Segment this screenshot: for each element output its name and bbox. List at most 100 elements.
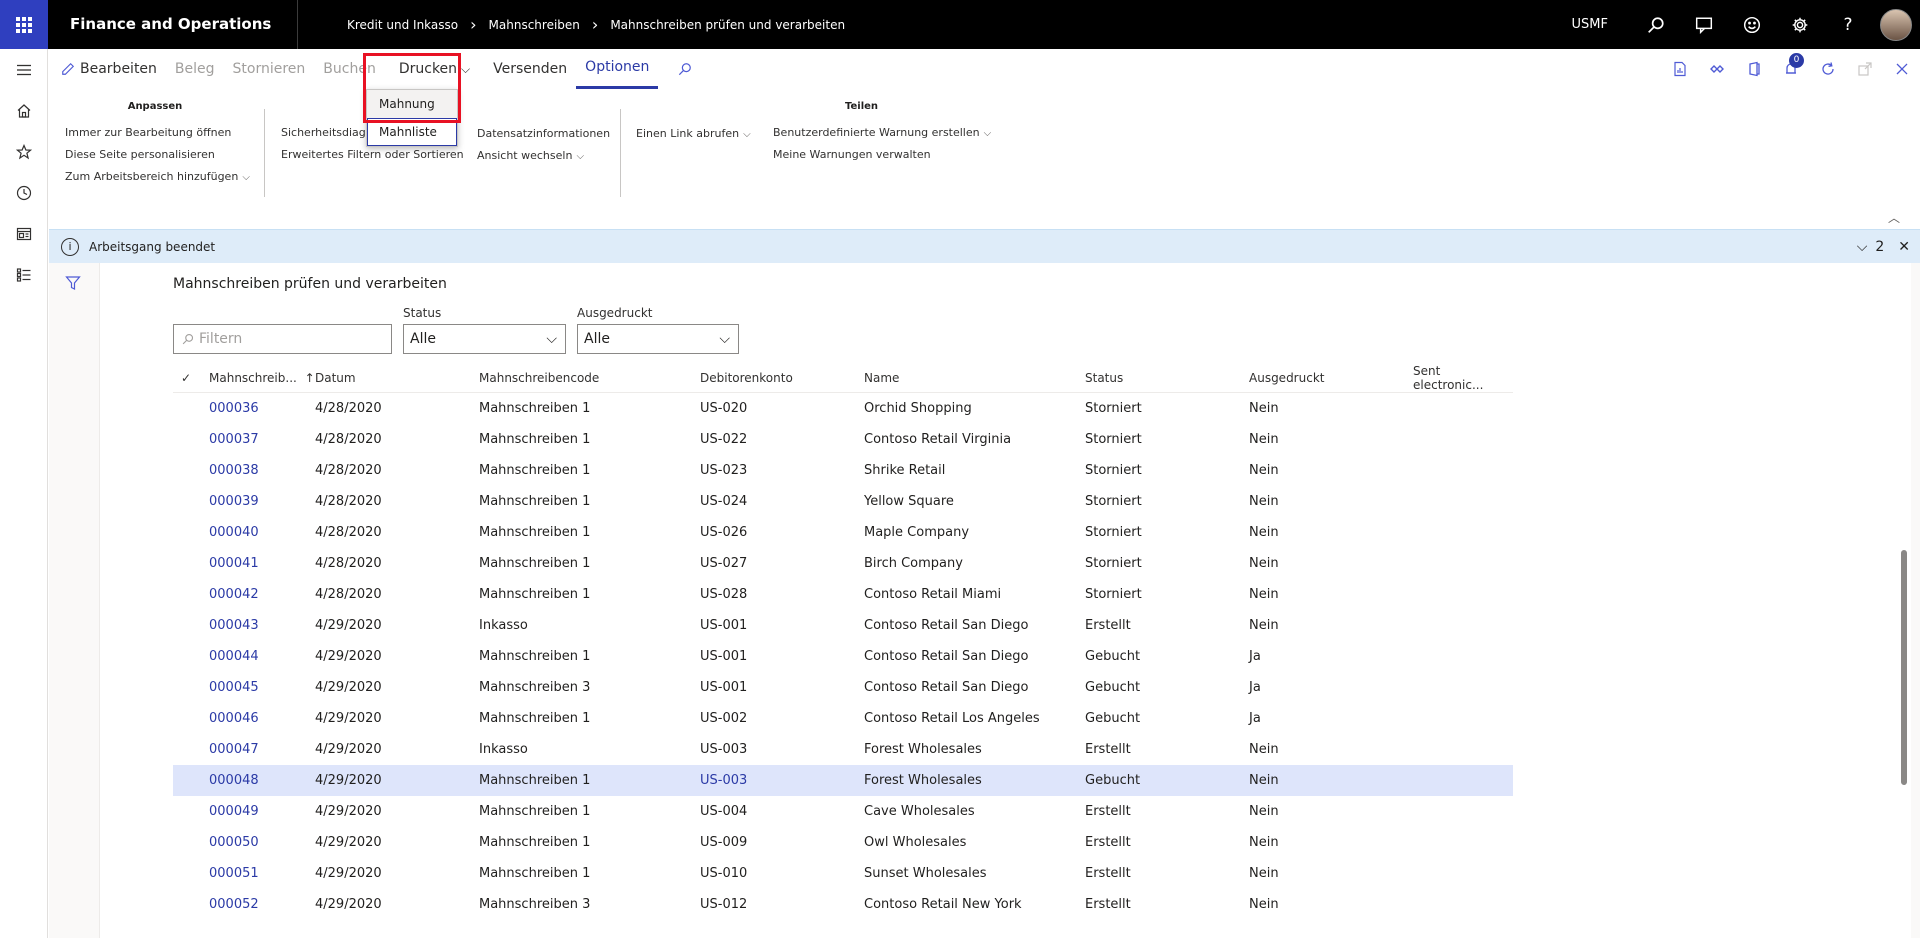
search-icon[interactable] — [1632, 0, 1680, 49]
report-icon[interactable] — [1661, 49, 1698, 89]
table-row[interactable]: 000042 4/28/2020 Mahnschreiben 1 US-028 Cont… — [173, 579, 1513, 610]
letter-number-cell[interactable]: 000049 — [209, 804, 315, 819]
refresh-icon[interactable] — [1809, 49, 1846, 89]
letter-number-cell[interactable]: 000044 — [209, 649, 315, 664]
status-cell: Erstellt — [1085, 618, 1131, 633]
sort-ascending-icon: ↑ — [304, 370, 315, 385]
table-row[interactable]: 000039 4/28/2020 Mahnschreiben 1 US-024 Yell… — [173, 486, 1513, 517]
app-title[interactable]: Finance and Operations — [48, 0, 298, 49]
avatar[interactable] — [1880, 8, 1912, 41]
table-row[interactable]: 000045 4/29/2020 Mahnschreiben 3 US-001 Cont… — [173, 672, 1513, 703]
app-launcher-icon[interactable] — [0, 0, 48, 49]
breadcrumb-item[interactable]: Mahnschreiben — [489, 18, 580, 32]
select-all-checkbox[interactable]: ✓ — [173, 371, 209, 385]
table-row[interactable]: 000041 4/28/2020 Mahnschreiben 1 US-027 Birc… — [173, 548, 1513, 579]
column-header-date[interactable]: Datum — [315, 371, 479, 385]
always-edit-mode-link[interactable]: Immer zur Bearbeitung öffnen — [65, 122, 245, 144]
letter-number-cell[interactable]: 000043 — [209, 618, 315, 633]
table-row[interactable]: 000040 4/28/2020 Mahnschreiben 1 US-026 Mapl… — [173, 517, 1513, 548]
voucher-button[interactable]: Beleg — [166, 49, 224, 89]
home-icon[interactable] — [0, 90, 48, 131]
star-icon[interactable] — [0, 131, 48, 172]
office-icon[interactable] — [1735, 49, 1772, 89]
column-header-code[interactable]: Mahnschreibencode — [479, 371, 700, 385]
list-icon[interactable] — [0, 254, 48, 295]
date-cell: 4/29/2020 — [315, 804, 382, 819]
gear-icon[interactable] — [1776, 0, 1824, 49]
letter-number-cell[interactable]: 000038 — [209, 463, 315, 478]
letter-number-cell[interactable]: 000048 — [209, 773, 315, 788]
column-header-letter-number[interactable]: Mahnschreib... ↑ — [209, 371, 315, 385]
breadcrumb-item[interactable]: Mahnschreiben prüfen und verarbeiten — [610, 18, 845, 32]
smiley-icon[interactable] — [1728, 0, 1776, 49]
column-header-status[interactable]: Status — [1085, 371, 1249, 385]
name-cell: Owl Wholesales — [864, 835, 967, 850]
column-header-sent-electronically[interactable]: Sent electronic... — [1413, 364, 1513, 392]
filter-input[interactable]: Filtern — [173, 324, 392, 354]
hamburger-icon[interactable] — [0, 49, 48, 90]
search-actions-icon[interactable] — [658, 49, 706, 89]
send-button[interactable]: Versenden — [484, 49, 576, 89]
close-icon[interactable] — [1883, 49, 1920, 89]
table-row[interactable]: 000036 4/28/2020 Mahnschreiben 1 US-020 Orch… — [173, 393, 1513, 424]
chevron-down-icon[interactable]: ⌵ — [1857, 239, 1868, 255]
filter-icon[interactable] — [65, 275, 81, 295]
breadcrumb-item[interactable]: Kredit und Inkasso — [347, 18, 458, 32]
letter-number-cell[interactable]: 000047 — [209, 742, 315, 757]
create-alert-menu[interactable]: Benutzerdefinierte Warnung erstellen ⌵ — [773, 122, 1003, 144]
printed-select[interactable]: Alle ⌵ — [577, 324, 739, 354]
table-row[interactable]: 000046 4/29/2020 Mahnschreiben 1 US-002 Cont… — [173, 703, 1513, 734]
letter-number-cell[interactable]: 000036 — [209, 401, 315, 416]
letter-number-cell[interactable]: 000039 — [209, 494, 315, 509]
cancel-button[interactable]: Stornieren — [224, 49, 315, 89]
column-header-name[interactable]: Name — [864, 371, 1085, 385]
add-to-workspace-menu[interactable]: Zum Arbeitsbereich hinzufügen ⌵ — [65, 166, 250, 188]
table-row[interactable]: 000052 4/29/2020 Mahnschreiben 3 US-012 Cont… — [173, 889, 1513, 920]
close-icon[interactable]: ✕ — [1898, 239, 1910, 255]
table-row[interactable]: 000050 4/29/2020 Mahnschreiben 1 US-009 Owl … — [173, 827, 1513, 858]
workspace-icon[interactable] — [0, 213, 48, 254]
advanced-filter-link[interactable]: Erweitertes Filtern oder Sortieren — [281, 144, 471, 166]
status-select[interactable]: Alle ⌵ — [403, 324, 566, 354]
tab-options[interactable]: Optionen — [576, 49, 659, 89]
letter-number-cell[interactable]: 000051 — [209, 866, 315, 881]
column-header-printed[interactable]: Ausgedruckt — [1249, 371, 1413, 385]
open-new-window-icon[interactable] — [1846, 49, 1883, 89]
edit-button[interactable]: Bearbeiten — [49, 49, 166, 89]
personalize-page-link[interactable]: Diese Seite personalisieren — [65, 144, 245, 166]
name-cell: Forest Wholesales — [864, 773, 982, 788]
record-info-link[interactable]: Datensatzinformationen — [477, 123, 617, 145]
help-icon[interactable]: ? — [1824, 0, 1872, 49]
table-row[interactable]: 000038 4/28/2020 Mahnschreiben 1 US-023 Shri… — [173, 455, 1513, 486]
change-view-menu[interactable]: Ansicht wechseln ⌵ — [477, 145, 617, 167]
table-row[interactable]: 000044 4/29/2020 Mahnschreiben 1 US-001 Cont… — [173, 641, 1513, 672]
table-row[interactable]: 000047 4/29/2020 Inkasso US-003 Forest Whole… — [173, 734, 1513, 765]
company-picker[interactable]: USMF — [1572, 17, 1608, 32]
column-header-account[interactable]: Debitorenkonto — [700, 371, 864, 385]
table-row[interactable]: 000043 4/29/2020 Inkasso US-001 Contoso Reta… — [173, 610, 1513, 641]
letter-number-cell[interactable]: 000050 — [209, 835, 315, 850]
table-row[interactable]: 000051 4/29/2020 Mahnschreiben 1 US-010 Suns… — [173, 858, 1513, 889]
letter-number-cell[interactable]: 000046 — [209, 711, 315, 726]
letter-number-cell[interactable]: 000041 — [209, 556, 315, 571]
clock-icon[interactable] — [0, 172, 48, 213]
code-cell: Inkasso — [479, 742, 528, 757]
letter-number-cell[interactable]: 000052 — [209, 897, 315, 912]
chevron-up-icon[interactable]: ︿ — [1888, 209, 1900, 226]
table-row[interactable]: 000049 4/29/2020 Mahnschreiben 1 US-004 Cave… — [173, 796, 1513, 827]
letter-number-cell[interactable]: 000040 — [209, 525, 315, 540]
name-cell: Contoso Retail New York — [864, 897, 1022, 912]
manage-alerts-link[interactable]: Meine Warnungen verwalten — [773, 144, 1003, 166]
letter-number-cell[interactable]: 000042 — [209, 587, 315, 602]
name-cell: Forest Wholesales — [864, 742, 982, 757]
letter-number-cell[interactable]: 000045 — [209, 680, 315, 695]
chevron-down-icon: ⌵ — [546, 331, 557, 347]
get-link-menu[interactable]: Einen Link abrufen ⌵ — [636, 123, 751, 145]
connector-icon[interactable] — [1698, 49, 1735, 89]
vertical-scrollbar[interactable] — [1901, 550, 1907, 785]
table-row[interactable]: 000048 4/29/2020 Mahnschreiben 1 US-003 Fore… — [173, 765, 1513, 796]
table-row[interactable]: 000037 4/28/2020 Mahnschreiben 1 US-022 Cont… — [173, 424, 1513, 455]
notifications-icon[interactable]: 0 — [1772, 49, 1809, 89]
chat-icon[interactable] — [1680, 0, 1728, 49]
letter-number-cell[interactable]: 000037 — [209, 432, 315, 447]
